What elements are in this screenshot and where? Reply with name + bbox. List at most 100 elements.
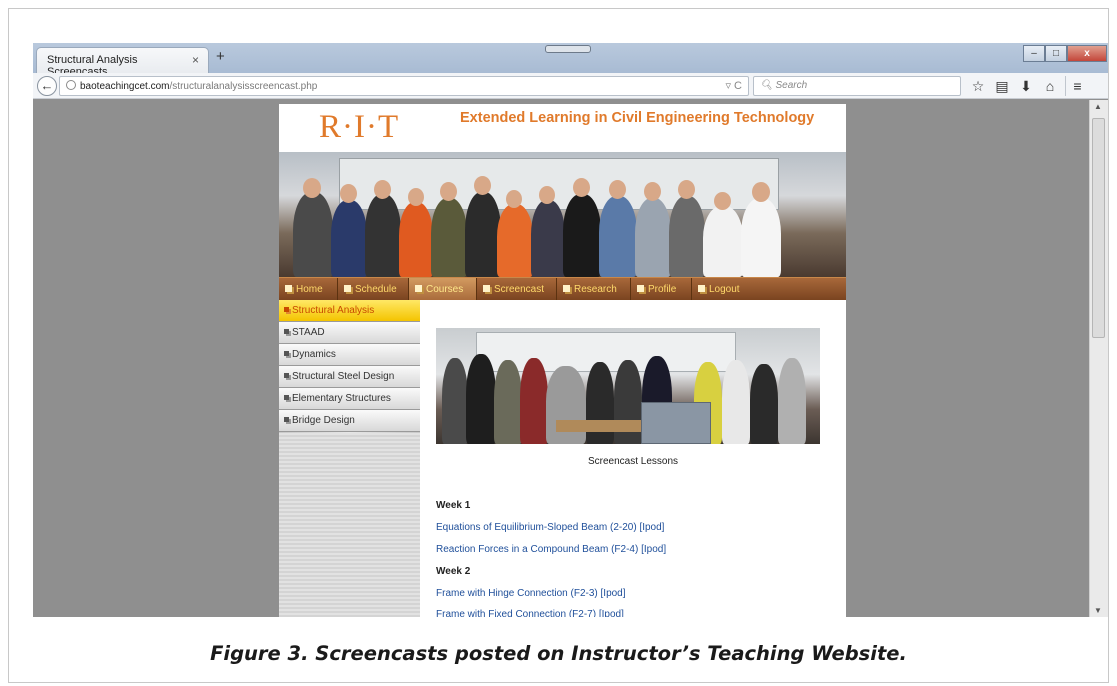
sidebar-item-staad[interactable]: STAAD xyxy=(279,322,420,344)
nav-profile[interactable]: Profile xyxy=(631,278,692,301)
person xyxy=(722,360,750,444)
window-controls: – □ x xyxy=(1023,45,1107,62)
sidebar-item-structural-steel-design[interactable]: Structural Steel Design xyxy=(279,366,420,388)
nav-courses[interactable]: Courses xyxy=(409,278,477,301)
person-head xyxy=(506,190,522,208)
reading-list-icon[interactable]: ▤ xyxy=(993,76,1011,96)
sidebar-item-bridge-design[interactable]: Bridge Design xyxy=(279,410,420,432)
class-photo xyxy=(436,328,820,444)
sidebar-item-label: Dynamics xyxy=(292,349,336,360)
course-sidebar: Structural Analysis STAAD Dynamics Struc… xyxy=(279,300,420,617)
main-content: Screencast Lessons Week 1 Equations of E… xyxy=(420,300,846,617)
sidebar-item-label: Bridge Design xyxy=(292,415,355,426)
person xyxy=(399,202,433,277)
nav-bullet-icon xyxy=(698,285,705,292)
person-head xyxy=(440,182,457,201)
person xyxy=(741,198,781,277)
figure-caption: Figure 3. Screencasts posted on Instruct… xyxy=(210,642,907,665)
person-head xyxy=(340,184,357,203)
reload-icon[interactable]: ▿ C xyxy=(725,79,742,92)
sidebar-item-label: Structural Analysis xyxy=(292,305,375,316)
person xyxy=(703,206,743,277)
browser-tab[interactable]: Structural Analysis Screencasts × xyxy=(36,47,209,78)
bullet-icon xyxy=(284,329,289,334)
nav-bullet-icon xyxy=(344,285,351,292)
bullet-icon xyxy=(284,351,289,356)
search-placeholder: Search xyxy=(775,80,808,91)
vertical-scrollbar[interactable]: ▲ ▼ xyxy=(1089,100,1108,617)
week-heading: Week 1 xyxy=(436,500,471,511)
close-window-button[interactable]: x xyxy=(1067,45,1107,62)
rit-logo[interactable]: R·I·T xyxy=(319,109,399,146)
url-domain: baoteachingcet.com xyxy=(80,81,170,92)
person xyxy=(494,360,522,444)
lesson-link[interactable]: Frame with Fixed Connection (F2-7) [Ipod… xyxy=(436,609,624,617)
nav-courses-label: Courses xyxy=(426,284,464,295)
menu-icon[interactable]: ≡ xyxy=(1065,76,1083,96)
bullet-icon xyxy=(284,307,289,312)
nav-logout[interactable]: Logout xyxy=(692,278,846,301)
person xyxy=(563,194,601,277)
nav-home[interactable]: Home xyxy=(279,278,338,301)
nav-research[interactable]: Research xyxy=(557,278,631,301)
person xyxy=(520,358,548,444)
search-input[interactable]: 🔍︎ Search xyxy=(753,76,961,96)
nav-bullet-icon xyxy=(415,285,422,292)
url-path: /structuralanalysisscreencast.php xyxy=(169,81,318,92)
bullet-icon xyxy=(284,395,289,400)
person xyxy=(531,200,565,277)
person xyxy=(750,364,778,444)
web-page: R·I·T Extended Learning in Civil Enginee… xyxy=(279,104,846,617)
person xyxy=(546,366,586,444)
nav-screencast[interactable]: Screencast xyxy=(477,278,557,301)
minimize-button[interactable]: – xyxy=(1023,45,1045,62)
person xyxy=(466,354,496,444)
week-heading: Week 2 xyxy=(436,566,471,577)
person xyxy=(365,194,401,277)
window-grip[interactable] xyxy=(545,45,591,53)
person-head xyxy=(374,180,391,199)
sidebar-item-structural-analysis[interactable]: Structural Analysis xyxy=(279,300,420,322)
scroll-thumb[interactable] xyxy=(1092,118,1105,338)
scroll-up-icon[interactable]: ▲ xyxy=(1094,102,1102,111)
lesson-link[interactable]: Frame with Hinge Connection (F2-3) [Ipod… xyxy=(436,588,626,599)
sidebar-item-dynamics[interactable]: Dynamics xyxy=(279,344,420,366)
sidebar-item-label: STAAD xyxy=(292,327,325,338)
group-photo xyxy=(279,152,846,277)
nav-logout-label: Logout xyxy=(709,284,740,295)
bullet-icon xyxy=(284,417,289,422)
nav-profile-label: Profile xyxy=(648,284,677,295)
browser-window: Structural Analysis Screencasts × + – □ … xyxy=(33,43,1108,617)
url-bar[interactable]: baoteachingcet.com/structuralanalysisscr… xyxy=(59,76,749,96)
nav-schedule[interactable]: Schedule xyxy=(338,278,409,301)
nav-screencast-label: Screencast xyxy=(494,284,545,295)
person-head xyxy=(644,182,661,201)
download-icon[interactable]: ⬇ xyxy=(1017,76,1035,96)
person xyxy=(635,198,671,277)
scroll-down-icon[interactable]: ▼ xyxy=(1094,606,1102,615)
person xyxy=(465,192,501,277)
lesson-link[interactable]: Equations of Equilibrium-Sloped Beam (2-… xyxy=(436,522,664,533)
section-caption: Screencast Lessons xyxy=(587,456,679,467)
bookmark-star-icon[interactable]: ☆ xyxy=(969,76,987,96)
nav-schedule-label: Schedule xyxy=(355,284,397,295)
sidebar-item-label: Structural Steel Design xyxy=(292,371,395,382)
maximize-button[interactable]: □ xyxy=(1045,45,1067,62)
sidebar-item-label: Elementary Structures xyxy=(292,393,391,404)
person-head xyxy=(408,188,424,206)
person xyxy=(778,358,806,444)
lesson-link[interactable]: Reaction Forces in a Compound Beam (F2-4… xyxy=(436,544,666,555)
bullet-icon xyxy=(284,373,289,378)
toolbar-icons: ☆ ▤ ⬇ ⌂ ≡ xyxy=(969,76,1083,96)
person xyxy=(293,192,333,277)
back-arrow-icon[interactable]: ← xyxy=(37,76,57,96)
nav-bullet-icon xyxy=(563,285,570,292)
new-tab-button[interactable]: + xyxy=(216,48,225,65)
nav-bullet-icon xyxy=(483,285,490,292)
sidebar-item-elementary-structures[interactable]: Elementary Structures xyxy=(279,388,420,410)
person xyxy=(497,204,533,277)
person xyxy=(431,198,467,277)
tab-close-icon[interactable]: × xyxy=(192,53,199,67)
home-icon[interactable]: ⌂ xyxy=(1041,76,1059,96)
person-head xyxy=(474,176,491,195)
